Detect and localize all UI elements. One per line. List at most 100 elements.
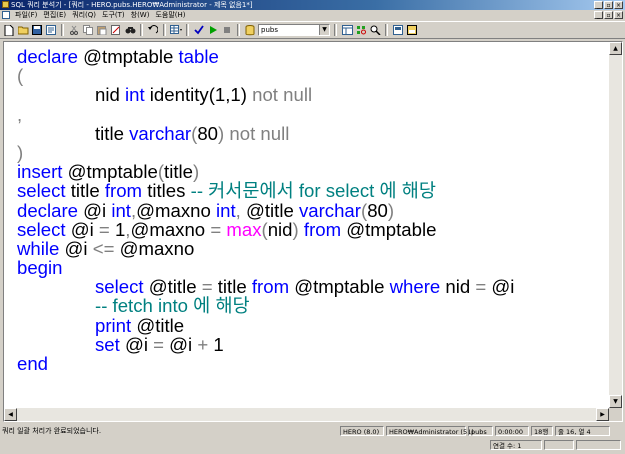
- keyword: from: [251, 276, 290, 298]
- status-database: pubs: [468, 426, 493, 436]
- status-panels: HERO (8.0) HERO₩Administrator (51) pubs …: [340, 426, 610, 436]
- results-pane-icon[interactable]: [406, 24, 418, 36]
- minimize-button[interactable]: _: [594, 1, 603, 9]
- scroll-down-icon[interactable]: ▼: [609, 395, 622, 408]
- toolbar-separator: [237, 24, 240, 36]
- code-line-2: (: [17, 65, 24, 87]
- keyword: declare: [17, 199, 78, 221]
- keyword: int: [124, 84, 145, 106]
- status-bar: 쿼리 일괄 처리가 완료되었습니다. HERO (8.0) HERO₩Admin…: [0, 425, 625, 437]
- code-line-16: set @i = @i + 1: [95, 333, 224, 355]
- toolbar: pubs ▼: [0, 21, 625, 39]
- code-line-9: declare @i int,@maxno int, @title varcha…: [17, 199, 395, 221]
- scroll-left-icon[interactable]: ◀: [4, 408, 17, 421]
- close-button[interactable]: ×: [614, 1, 623, 9]
- status-position: 줄 16, 열 4: [555, 426, 610, 436]
- status-user: HERO₩Administrator (51): [386, 426, 474, 436]
- find-icon[interactable]: [124, 24, 136, 36]
- child-minimize-button[interactable]: _: [594, 11, 603, 19]
- status-panel-empty: [544, 440, 574, 450]
- window-controls: _ ▫ ×: [594, 0, 623, 9]
- identity-clause: identity(1,1): [149, 84, 247, 106]
- scrollbar-corner: [609, 408, 622, 421]
- code-line-14: -- fetch into 에 해당: [17, 296, 606, 315]
- parse-icon[interactable]: [193, 24, 205, 36]
- child-restore-button[interactable]: ▫: [604, 11, 613, 19]
- code-line-17: end: [17, 354, 606, 373]
- keyword: begin: [17, 257, 63, 279]
- keyword: int: [216, 199, 236, 221]
- database-select[interactable]: pubs ▼: [258, 24, 330, 36]
- status-message: 쿼리 일괄 처리가 완료되었습니다.: [2, 427, 102, 435]
- scroll-up-icon[interactable]: ▲: [609, 42, 622, 55]
- open-icon[interactable]: [17, 24, 29, 36]
- code-line-5: title varchar(80) not null: [95, 122, 290, 144]
- code-line-6: ): [17, 141, 24, 163]
- maximize-button[interactable]: ▫: [604, 1, 613, 9]
- menu-bar: 파일(F) 편집(E) 쿼리(Q) 도구(T) 창(W) 도움말(H) _ ▫ ×: [0, 10, 625, 21]
- new-query-icon[interactable]: [3, 24, 15, 36]
- status-rows: 18행: [531, 426, 553, 436]
- code-line-3: nid int identity(1,1) not null: [95, 84, 313, 106]
- toolbar-separator: [385, 24, 388, 36]
- menu-tools[interactable]: 도구(T): [99, 10, 128, 21]
- keyword: select: [17, 180, 66, 202]
- keyword: table: [178, 47, 219, 67]
- code-line-4: ,: [17, 103, 23, 125]
- function: max: [226, 218, 262, 240]
- save-icon[interactable]: [31, 24, 43, 36]
- keyword: print: [95, 314, 132, 336]
- window-title: SQL 쿼리 분석기 - [쿼리 - HERO.pubs.HERO₩Admini…: [11, 1, 253, 9]
- cut-icon[interactable]: [68, 24, 80, 36]
- menu-file[interactable]: 파일(F): [12, 10, 40, 21]
- code-line-8: select title from titles -- 커서문에서 for se…: [17, 180, 436, 202]
- keyword: declare: [17, 47, 78, 67]
- menu-window[interactable]: 창(W): [128, 10, 153, 21]
- not-null-clause: not null: [252, 84, 313, 106]
- connection-status-bar: 연결 수: 1: [0, 439, 625, 451]
- horizontal-scrollbar[interactable]: ◀ ▶: [4, 408, 609, 421]
- paste-icon[interactable]: [96, 24, 108, 36]
- toolbar-separator: [61, 24, 64, 36]
- menu-edit[interactable]: 편집(E): [40, 10, 69, 21]
- comment: -- 커서문에서 for select 에 해당: [190, 180, 436, 202]
- code-line-7: insert @tmptable(title): [17, 161, 200, 183]
- scroll-right-icon[interactable]: ▶: [596, 408, 609, 421]
- menu-help[interactable]: 도움말(H): [152, 10, 188, 21]
- chevron-down-icon[interactable]: ▼: [319, 25, 329, 35]
- vertical-scrollbar[interactable]: ▲ ▼: [609, 42, 622, 408]
- code-line-1: declare @tmptable table: [17, 47, 219, 67]
- show-estimated-plan-icon[interactable]: [369, 24, 381, 36]
- status-connections: 연결 수: 1: [490, 440, 542, 450]
- results-mode-icon[interactable]: [170, 24, 182, 36]
- stop-icon[interactable]: [221, 24, 233, 36]
- keyword: select: [95, 276, 144, 298]
- copy-icon[interactable]: [82, 24, 94, 36]
- undo-icon[interactable]: [147, 24, 159, 36]
- sql-code[interactable]: declare @tmptable table ( nid int identi…: [17, 47, 606, 405]
- query-editor[interactable]: declare @tmptable table ( nid int identi…: [3, 41, 623, 422]
- code-line-15: print @title: [95, 314, 185, 336]
- keyword: end: [17, 353, 49, 374]
- code-line-12: begin: [17, 258, 606, 277]
- status-panel-empty: [576, 440, 621, 450]
- toolbar-separator: [334, 24, 337, 36]
- keyword: while: [17, 237, 60, 259]
- database-icon: [244, 24, 256, 36]
- child-close-button[interactable]: ×: [614, 11, 623, 19]
- object-browser-icon[interactable]: [341, 24, 353, 36]
- keyword: int: [111, 199, 131, 221]
- menu-query[interactable]: 쿼리(Q): [69, 10, 99, 21]
- keyword: varchar: [129, 122, 192, 144]
- query-window-icon[interactable]: [2, 11, 10, 19]
- load-script-icon[interactable]: [45, 24, 57, 36]
- keyword: from: [104, 180, 143, 202]
- keyword: where: [389, 276, 441, 298]
- toolbar-separator: [140, 24, 143, 36]
- keyword: select: [17, 218, 66, 240]
- code-line-11: while @i <= @maxno: [17, 237, 195, 259]
- clear-icon[interactable]: [110, 24, 122, 36]
- options-icon[interactable]: [392, 24, 404, 36]
- execute-icon[interactable]: [207, 24, 219, 36]
- object-search-icon[interactable]: [355, 24, 367, 36]
